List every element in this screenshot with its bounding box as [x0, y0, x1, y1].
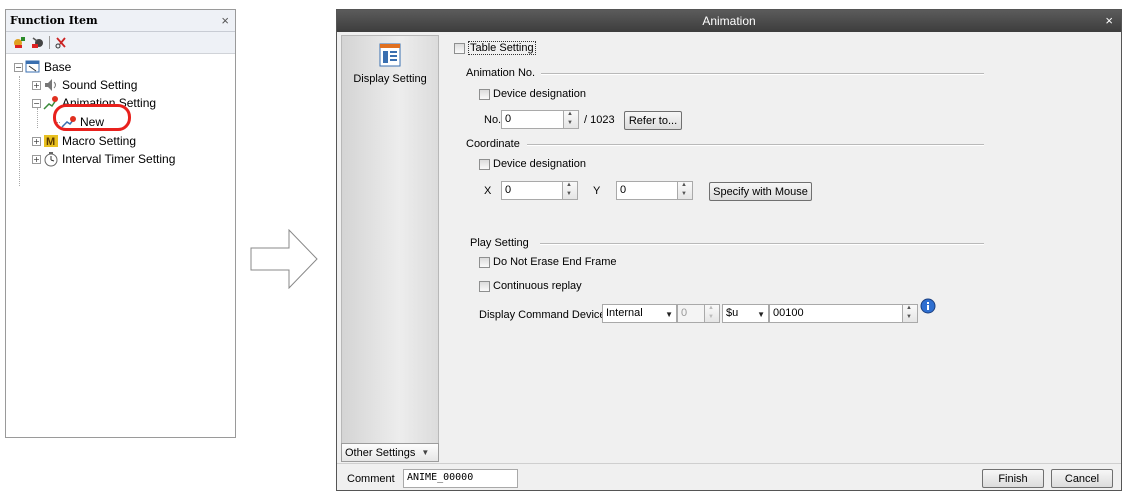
x-label: X	[484, 185, 492, 197]
device-type-value: Internal	[606, 307, 643, 319]
dialog-titlebar: Animation ×	[337, 10, 1121, 32]
animation-no-input[interactable]: 0	[501, 110, 564, 129]
do-not-erase-end-frame-label: Do Not Erase End Frame	[493, 256, 617, 268]
tree-label: Sound Setting	[62, 78, 138, 92]
no-label: No.	[484, 114, 502, 126]
other-settings-dropdown[interactable]: Other Settings ▼	[341, 443, 439, 462]
continuous-replay-checkbox[interactable]	[479, 280, 490, 292]
section-divider	[527, 144, 984, 146]
other-settings-label: Other Settings	[345, 446, 416, 459]
function-item-panel: Function Item × − Base + Sound Setting −…	[5, 9, 236, 438]
comment-input[interactable]: ANIME_00000	[403, 469, 518, 488]
display-setting-icon	[379, 43, 401, 67]
function-panel-toolbar	[6, 32, 235, 54]
collapse-toggle[interactable]: −	[32, 98, 41, 108]
display-setting-label: Display Setting	[353, 73, 427, 85]
animation-no-max: / 1023	[584, 114, 615, 126]
chevron-down-icon: ▼	[665, 310, 673, 319]
table-setting-checkbox-row[interactable]: Table Setting	[454, 41, 536, 55]
device-address-input[interactable]: 00100	[769, 304, 903, 323]
animation-dialog: Animation × Display Setting Other Settin…	[336, 9, 1122, 491]
table-setting-checkbox[interactable]	[454, 42, 465, 54]
base-icon	[25, 59, 41, 75]
station-no-input: 0	[677, 304, 705, 323]
expand-toggle[interactable]: +	[32, 80, 41, 90]
chevron-down-icon: ▼	[421, 448, 430, 457]
device-prefix-value: $u	[726, 307, 739, 319]
device-designation-checkbox[interactable]	[479, 88, 490, 100]
cancel-button[interactable]: Cancel	[1051, 469, 1113, 488]
tree-label: Macro Setting	[62, 134, 137, 148]
new-item-highlight	[53, 104, 131, 131]
tree-item-sound-setting[interactable]: + Sound Setting	[32, 76, 137, 94]
device-designation-checkbox[interactable]	[479, 158, 490, 170]
cut-item-icon[interactable]	[55, 36, 68, 49]
tree-label: Interval Timer Setting	[62, 152, 176, 166]
comment-label: Comment	[347, 473, 395, 485]
animation-no-section-title: Animation No.	[466, 67, 536, 79]
speaker-icon	[43, 77, 59, 93]
tree-item-macro-setting[interactable]: + M Macro Setting	[32, 132, 136, 150]
refer-to-button[interactable]: Refer to...	[624, 111, 682, 130]
collapse-toggle[interactable]: −	[14, 62, 23, 72]
display-command-device-label: Display Command Device	[479, 309, 606, 321]
animation-no-device-designation-row[interactable]: Device designation	[479, 88, 586, 100]
add-item-icon[interactable]	[13, 36, 26, 49]
device-type-select[interactable]: Internal ▼	[602, 304, 677, 323]
dialog-bottom-bar: Comment ANIME_00000 Finish Cancel	[337, 463, 1121, 492]
function-panel-titlebar: Function Item ×	[6, 10, 235, 32]
display-setting-tab[interactable]: Display Setting	[342, 36, 438, 102]
delete-item-icon[interactable]	[31, 36, 44, 49]
expand-toggle[interactable]: +	[32, 154, 41, 164]
info-icon[interactable]	[920, 298, 936, 314]
continuous-replay-row[interactable]: Continuous replay	[479, 280, 582, 292]
y-coordinate-spinner[interactable]	[678, 181, 693, 200]
chevron-down-icon: ▼	[757, 310, 765, 319]
specify-with-mouse-button[interactable]: Specify with Mouse	[709, 182, 812, 201]
dialog-title: Animation	[702, 14, 756, 28]
right-arrow-icon	[250, 229, 318, 289]
finish-button[interactable]: Finish	[982, 469, 1044, 488]
device-designation-label: Device designation	[493, 158, 586, 170]
animation-no-spinner[interactable]	[564, 110, 579, 129]
tree-item-interval-timer-setting[interactable]: + Interval Timer Setting	[32, 150, 175, 168]
do-not-erase-end-frame-row[interactable]: Do Not Erase End Frame	[479, 256, 617, 268]
expand-toggle[interactable]: +	[32, 136, 41, 146]
device-address-spinner[interactable]	[903, 304, 918, 323]
section-divider	[540, 243, 984, 245]
dialog-sidebar: Display Setting	[341, 35, 439, 459]
coordinate-device-designation-row[interactable]: Device designation	[479, 158, 586, 170]
function-panel-title: Function Item	[10, 14, 98, 27]
device-designation-label: Device designation	[493, 88, 586, 100]
toolbar-separator	[49, 36, 50, 49]
tree-item-base[interactable]: − Base	[14, 58, 71, 76]
table-setting-label: Table Setting	[468, 41, 536, 55]
x-coordinate-input[interactable]: 0	[501, 181, 563, 200]
do-not-erase-end-frame-checkbox[interactable]	[479, 256, 490, 268]
tree-label: Base	[44, 60, 72, 74]
section-divider	[541, 73, 984, 75]
coordinate-section-title: Coordinate	[466, 138, 520, 150]
y-coordinate-input[interactable]: 0	[616, 181, 678, 200]
dialog-close-icon[interactable]: ×	[1105, 13, 1113, 28]
macro-icon: M	[43, 133, 59, 149]
continuous-replay-label: Continuous replay	[493, 280, 582, 292]
device-prefix-select[interactable]: $u ▼	[722, 304, 769, 323]
play-setting-section-title: Play Setting	[470, 237, 529, 249]
x-coordinate-spinner[interactable]	[563, 181, 578, 200]
y-label: Y	[593, 185, 601, 197]
function-panel-close-icon[interactable]: ×	[221, 13, 229, 28]
timer-icon	[43, 151, 59, 167]
station-no-spinner	[705, 304, 720, 323]
svg-text:M: M	[46, 136, 55, 148]
